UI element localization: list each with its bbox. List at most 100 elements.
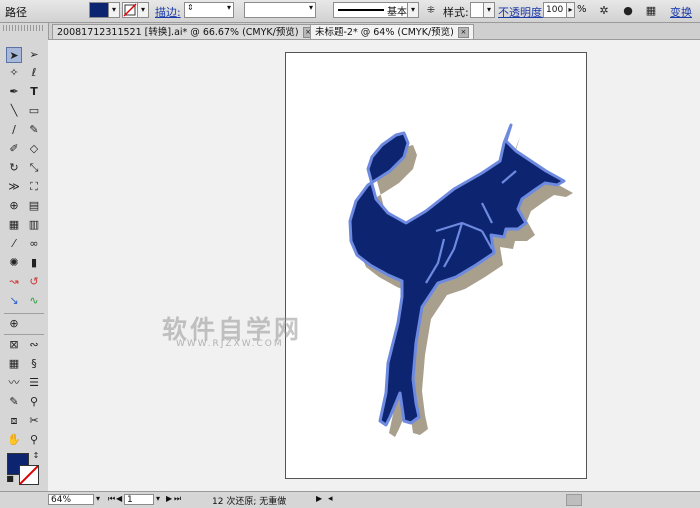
line-tool-icon[interactable]: ╲ [6,103,22,119]
blend-tool-icon[interactable]: ∞ [26,236,42,252]
eyedropper-tool-icon[interactable]: ⁄ [6,236,22,252]
control-bar: 路径 ▾ ▾ 描边: ⇕ ▾ ▾ 基本 ▾ ⁜ 样式: ▾ 不透明度: 100 ▸… [0,0,700,23]
shape-builder-tool-icon[interactable]: ⊕ [6,198,22,214]
stroke-dropdown[interactable]: ▾ [137,2,149,18]
artboard-dropdown-icon[interactable]: ▾ [156,494,160,503]
twirl-tool-icon[interactable]: § [26,356,42,372]
scale-tool-icon[interactable]: ⤡ [26,160,42,176]
zoom-field[interactable]: 64% [48,494,94,505]
perspective-grid-tool-icon[interactable]: ▤ [26,198,42,214]
brush-dropdown[interactable]: ▾ [407,2,419,18]
align-grid-icon[interactable]: ▦ [643,3,659,19]
hand-tool-icon[interactable]: ✋ [6,432,22,448]
none-slash-icon [20,466,38,484]
free-transform-tool-icon[interactable]: ⛶ [26,179,42,195]
horizontal-scrollbar-thumb[interactable] [566,494,582,506]
zoom-dropdown-icon[interactable]: ▾ [96,494,100,503]
swap-colors-icon[interactable]: ↕ [31,451,41,461]
style-dropdown[interactable]: ▾ [483,2,495,18]
artboard-tool-icon[interactable]: ⧈ [6,413,22,429]
artboard-number-field[interactable]: 1 [124,494,154,505]
tab-document-1[interactable]: 20081712311521 [转换].ai* @ 66.67% (CMYK/预… [52,24,319,39]
stepper-icon[interactable]: ⇕ [187,3,194,12]
status-bar: 64% ▾ ⏮ ◀ 1 ▾ ▶ ⏭ 12 次还原; 无重做 ▶ ◂ [0,491,700,508]
status-message: 12 次还原; 无重做 [212,497,287,507]
opacity-link[interactable]: 不透明度: [498,4,546,20]
selection-tool-icon[interactable]: ➤ [6,47,22,63]
no-stroke-icon [123,3,137,17]
magic-wand-tool-icon[interactable]: ✧ [6,65,22,81]
prev-artboard-icon[interactable]: ◀ [116,494,122,503]
gradient-tool-icon[interactable]: ▥ [26,217,42,233]
last-artboard-icon[interactable]: ⏭ [174,494,181,504]
document-tab-bar: 20081712311521 [转换].ai* @ 66.67% (CMYK/预… [48,23,700,40]
eraser-tool-icon[interactable]: ◇ [26,141,42,157]
live-paint-select-tool-icon[interactable]: ⚲ [26,394,42,410]
fill-swatch[interactable] [89,2,109,18]
style-swatch[interactable] [470,2,484,18]
symbol-sprayer-tool-icon[interactable]: ✺ [6,255,22,271]
panel-grip[interactable] [3,25,45,31]
transform-link[interactable]: 变换 [670,4,692,20]
chevron-down-icon: ▾ [226,3,231,12]
blue-curve-tool-icon[interactable]: ↘ [6,293,22,309]
tools-panel: ➤ ➢ ✧ ℓ ✒ T ╲ ▭ ∕ ✎ ✐ ◇ ↻ ⤡ ≫ ⛶ ⊕ ▤ ▦ ▥ … [0,23,49,491]
close-icon[interactable]: × [457,27,469,38]
green-wave-tool-icon[interactable]: ∿ [26,293,42,309]
document-canvas[interactable]: 软件自学网 WWW.RJZXW.COM [48,40,700,491]
stroke-weight-field[interactable]: ⇕ ▾ [184,2,234,18]
fill-dropdown[interactable]: ▾ [108,2,120,18]
zoom-tool-icon[interactable]: ⚲ [26,432,42,448]
scroll-left-icon[interactable]: ◂ [328,494,333,504]
red-curve-tool-icon[interactable]: ↝ [6,274,22,290]
tab-label: 20081712311521 [转换].ai* @ 66.67% (CMYK/预… [57,27,299,38]
mesh-tool-icon[interactable]: ▦ [6,217,22,233]
lasso-tool-icon[interactable]: ℓ [26,65,42,81]
stroke-weight-link[interactable]: 描边: [155,4,181,20]
red-arc-tool-icon[interactable]: ↺ [26,274,42,290]
tools-divider [4,334,44,335]
live-paint-tool-icon[interactable]: ✎ [6,394,22,410]
pencil-tool-icon[interactable]: ✎ [26,122,42,138]
tab-label: 未标题-2* @ 64% (CMYK/预览) [315,27,454,38]
chevron-down-icon: ▾ [308,3,313,12]
slice-tool-icon[interactable]: ✂ [26,413,42,429]
opacity-unit: % [577,4,587,15]
brush-style-value: 基本 [387,7,407,18]
warp-tool-icon[interactable]: ∾ [26,337,42,353]
opacity-input[interactable]: 100 [543,2,567,18]
status-menu-icon[interactable]: ▶ [316,494,322,503]
watermark-url: WWW.RJZXW.COM [176,339,284,349]
stroke-swatch[interactable] [122,2,138,18]
frame-tool-icon[interactable]: ⊠ [6,337,22,353]
target-tool-icon[interactable]: ⊕ [6,316,22,332]
scribble-tool-icon[interactable]: 〰 [6,375,22,391]
grid-tool-icon[interactable]: ▦ [6,356,22,372]
opacity-slider-toggle[interactable]: ▸ [566,2,575,18]
tab-document-2[interactable]: 未标题-2* @ 64% (CMYK/预览) × [310,24,474,39]
list-tool-icon[interactable]: ☰ [26,375,42,391]
blob-brush-tool-icon[interactable]: ✐ [6,141,22,157]
paintbrush-tool-icon[interactable]: ∕ [6,122,22,138]
direct-selection-tool-icon[interactable]: ➢ [26,47,42,63]
variable-width-field[interactable]: ▾ [244,2,316,18]
column-graph-tool-icon[interactable]: ▮ [26,255,42,271]
style-label: 样式: [443,6,469,19]
default-colors-icon[interactable]: ■ [5,474,15,484]
brush-definition-field[interactable]: 基本 [333,2,418,18]
globe-icon[interactable]: ● [620,3,636,19]
kangaroo-artwork[interactable] [286,53,586,478]
rectangle-tool-icon[interactable]: ▭ [26,103,42,119]
first-artboard-icon[interactable]: ⏮ [108,494,115,504]
width-tool-icon[interactable]: ≫ [6,179,22,195]
rotate-tool-icon[interactable]: ↻ [6,160,22,176]
type-tool-icon[interactable]: T [26,84,42,100]
object-type-label: 路径 [5,6,27,19]
tools-divider [4,313,44,314]
pen-tool-icon[interactable]: ✒ [6,84,22,100]
stroke-color-swatch[interactable] [19,465,39,485]
graphic-style-icon[interactable]: ⁜ [423,3,439,19]
recolor-icon[interactable]: ✲ [596,3,612,19]
artboard[interactable] [285,52,587,479]
next-artboard-icon[interactable]: ▶ [166,494,172,503]
